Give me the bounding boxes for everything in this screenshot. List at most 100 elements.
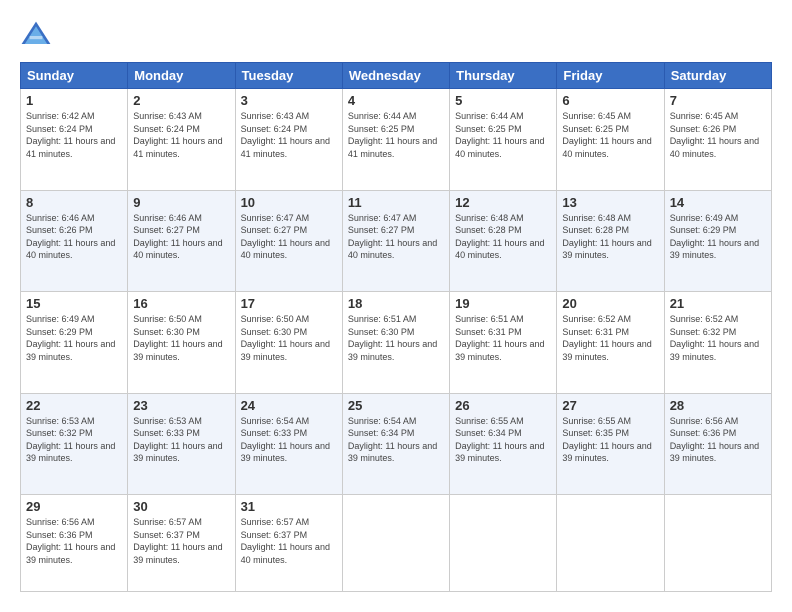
cell-info: Sunrise: 6:50 AMSunset: 6:30 PMDaylight:… <box>241 313 337 363</box>
calendar-cell: 15 Sunrise: 6:49 AMSunset: 6:29 PMDayligh… <box>21 292 128 394</box>
calendar-cell: 7 Sunrise: 6:45 AMSunset: 6:26 PMDaylight… <box>664 89 771 191</box>
cell-info: Sunrise: 6:53 AMSunset: 6:33 PMDaylight:… <box>133 415 229 465</box>
cell-info: Sunrise: 6:49 AMSunset: 6:29 PMDaylight:… <box>26 313 122 363</box>
calendar-cell: 12 Sunrise: 6:48 AMSunset: 6:28 PMDayligh… <box>450 190 557 292</box>
day-number: 4 <box>348 93 444 108</box>
day-number: 3 <box>241 93 337 108</box>
day-number: 17 <box>241 296 337 311</box>
calendar-cell: 27 Sunrise: 6:55 AMSunset: 6:35 PMDayligh… <box>557 393 664 495</box>
cell-info: Sunrise: 6:45 AMSunset: 6:26 PMDaylight:… <box>670 110 766 160</box>
cell-info: Sunrise: 6:55 AMSunset: 6:34 PMDaylight:… <box>455 415 551 465</box>
calendar-cell: 22 Sunrise: 6:53 AMSunset: 6:32 PMDayligh… <box>21 393 128 495</box>
day-number: 13 <box>562 195 658 210</box>
calendar-cell: 25 Sunrise: 6:54 AMSunset: 6:34 PMDayligh… <box>342 393 449 495</box>
calendar-table: SundayMondayTuesdayWednesdayThursdayFrid… <box>20 62 772 592</box>
logo-icon <box>20 20 52 52</box>
page: SundayMondayTuesdayWednesdayThursdayFrid… <box>0 0 792 612</box>
cell-info: Sunrise: 6:46 AMSunset: 6:27 PMDaylight:… <box>133 212 229 262</box>
cell-info: Sunrise: 6:51 AMSunset: 6:31 PMDaylight:… <box>455 313 551 363</box>
cell-info: Sunrise: 6:47 AMSunset: 6:27 PMDaylight:… <box>348 212 444 262</box>
cell-info: Sunrise: 6:45 AMSunset: 6:25 PMDaylight:… <box>562 110 658 160</box>
cell-info: Sunrise: 6:48 AMSunset: 6:28 PMDaylight:… <box>562 212 658 262</box>
week-row-4: 22 Sunrise: 6:53 AMSunset: 6:32 PMDayligh… <box>21 393 772 495</box>
cell-info: Sunrise: 6:53 AMSunset: 6:32 PMDaylight:… <box>26 415 122 465</box>
day-number: 15 <box>26 296 122 311</box>
day-number: 10 <box>241 195 337 210</box>
calendar-cell: 29 Sunrise: 6:56 AMSunset: 6:36 PMDayligh… <box>21 495 128 592</box>
cell-info: Sunrise: 6:57 AMSunset: 6:37 PMDaylight:… <box>133 516 229 566</box>
cell-info: Sunrise: 6:57 AMSunset: 6:37 PMDaylight:… <box>241 516 337 566</box>
cell-info: Sunrise: 6:52 AMSunset: 6:32 PMDaylight:… <box>670 313 766 363</box>
calendar-cell: 23 Sunrise: 6:53 AMSunset: 6:33 PMDayligh… <box>128 393 235 495</box>
cell-info: Sunrise: 6:54 AMSunset: 6:33 PMDaylight:… <box>241 415 337 465</box>
day-number: 28 <box>670 398 766 413</box>
week-row-2: 8 Sunrise: 6:46 AMSunset: 6:26 PMDaylight… <box>21 190 772 292</box>
header-friday: Friday <box>557 63 664 89</box>
cell-info: Sunrise: 6:44 AMSunset: 6:25 PMDaylight:… <box>348 110 444 160</box>
cell-info: Sunrise: 6:46 AMSunset: 6:26 PMDaylight:… <box>26 212 122 262</box>
day-number: 2 <box>133 93 229 108</box>
day-number: 27 <box>562 398 658 413</box>
calendar-cell: 2 Sunrise: 6:43 AMSunset: 6:24 PMDaylight… <box>128 89 235 191</box>
cell-info: Sunrise: 6:42 AMSunset: 6:24 PMDaylight:… <box>26 110 122 160</box>
day-number: 8 <box>26 195 122 210</box>
day-number: 31 <box>241 499 337 514</box>
day-number: 7 <box>670 93 766 108</box>
calendar-cell: 26 Sunrise: 6:55 AMSunset: 6:34 PMDayligh… <box>450 393 557 495</box>
logo <box>20 20 56 52</box>
day-number: 25 <box>348 398 444 413</box>
cell-info: Sunrise: 6:43 AMSunset: 6:24 PMDaylight:… <box>133 110 229 160</box>
cell-info: Sunrise: 6:49 AMSunset: 6:29 PMDaylight:… <box>670 212 766 262</box>
cell-info: Sunrise: 6:48 AMSunset: 6:28 PMDaylight:… <box>455 212 551 262</box>
day-number: 5 <box>455 93 551 108</box>
day-number: 26 <box>455 398 551 413</box>
day-number: 22 <box>26 398 122 413</box>
calendar-cell: 21 Sunrise: 6:52 AMSunset: 6:32 PMDayligh… <box>664 292 771 394</box>
day-number: 23 <box>133 398 229 413</box>
calendar-cell: 3 Sunrise: 6:43 AMSunset: 6:24 PMDaylight… <box>235 89 342 191</box>
header-sunday: Sunday <box>21 63 128 89</box>
calendar-cell: 5 Sunrise: 6:44 AMSunset: 6:25 PMDaylight… <box>450 89 557 191</box>
day-number: 20 <box>562 296 658 311</box>
day-number: 9 <box>133 195 229 210</box>
calendar-cell: 20 Sunrise: 6:52 AMSunset: 6:31 PMDayligh… <box>557 292 664 394</box>
calendar-cell: 4 Sunrise: 6:44 AMSunset: 6:25 PMDaylight… <box>342 89 449 191</box>
header-tuesday: Tuesday <box>235 63 342 89</box>
calendar-cell <box>342 495 449 592</box>
calendar-cell: 16 Sunrise: 6:50 AMSunset: 6:30 PMDayligh… <box>128 292 235 394</box>
day-number: 24 <box>241 398 337 413</box>
day-number: 30 <box>133 499 229 514</box>
week-row-5: 29 Sunrise: 6:56 AMSunset: 6:36 PMDayligh… <box>21 495 772 592</box>
calendar-cell: 24 Sunrise: 6:54 AMSunset: 6:33 PMDayligh… <box>235 393 342 495</box>
cell-info: Sunrise: 6:50 AMSunset: 6:30 PMDaylight:… <box>133 313 229 363</box>
cell-info: Sunrise: 6:51 AMSunset: 6:30 PMDaylight:… <box>348 313 444 363</box>
header-thursday: Thursday <box>450 63 557 89</box>
cell-info: Sunrise: 6:56 AMSunset: 6:36 PMDaylight:… <box>26 516 122 566</box>
day-number: 16 <box>133 296 229 311</box>
day-number: 12 <box>455 195 551 210</box>
calendar-cell: 10 Sunrise: 6:47 AMSunset: 6:27 PMDayligh… <box>235 190 342 292</box>
calendar-cell: 6Sunrise: 6:45 AMSunset: 6:25 PMDaylight… <box>557 89 664 191</box>
week-row-3: 15 Sunrise: 6:49 AMSunset: 6:29 PMDayligh… <box>21 292 772 394</box>
calendar-cell: 11Sunrise: 6:47 AMSunset: 6:27 PMDayligh… <box>342 190 449 292</box>
day-number: 14 <box>670 195 766 210</box>
cell-info: Sunrise: 6:43 AMSunset: 6:24 PMDaylight:… <box>241 110 337 160</box>
day-number: 21 <box>670 296 766 311</box>
header-monday: Monday <box>128 63 235 89</box>
calendar-cell: 13 Sunrise: 6:48 AMSunset: 6:28 PMDayligh… <box>557 190 664 292</box>
calendar-cell: 30 Sunrise: 6:57 AMSunset: 6:37 PMDayligh… <box>128 495 235 592</box>
cell-info: Sunrise: 6:54 AMSunset: 6:34 PMDaylight:… <box>348 415 444 465</box>
calendar-cell: 19Sunrise: 6:51 AMSunset: 6:31 PMDayligh… <box>450 292 557 394</box>
cell-info: Sunrise: 6:44 AMSunset: 6:25 PMDaylight:… <box>455 110 551 160</box>
calendar-cell: 28Sunrise: 6:56 AMSunset: 6:36 PMDayligh… <box>664 393 771 495</box>
calendar-cell <box>450 495 557 592</box>
cell-info: Sunrise: 6:47 AMSunset: 6:27 PMDaylight:… <box>241 212 337 262</box>
day-number: 1 <box>26 93 122 108</box>
calendar-cell: 1 Sunrise: 6:42 AMSunset: 6:24 PMDaylight… <box>21 89 128 191</box>
header-row: SundayMondayTuesdayWednesdayThursdayFrid… <box>21 63 772 89</box>
calendar-cell <box>557 495 664 592</box>
cell-info: Sunrise: 6:55 AMSunset: 6:35 PMDaylight:… <box>562 415 658 465</box>
calendar-cell: 8 Sunrise: 6:46 AMSunset: 6:26 PMDaylight… <box>21 190 128 292</box>
day-number: 29 <box>26 499 122 514</box>
cell-info: Sunrise: 6:52 AMSunset: 6:31 PMDaylight:… <box>562 313 658 363</box>
